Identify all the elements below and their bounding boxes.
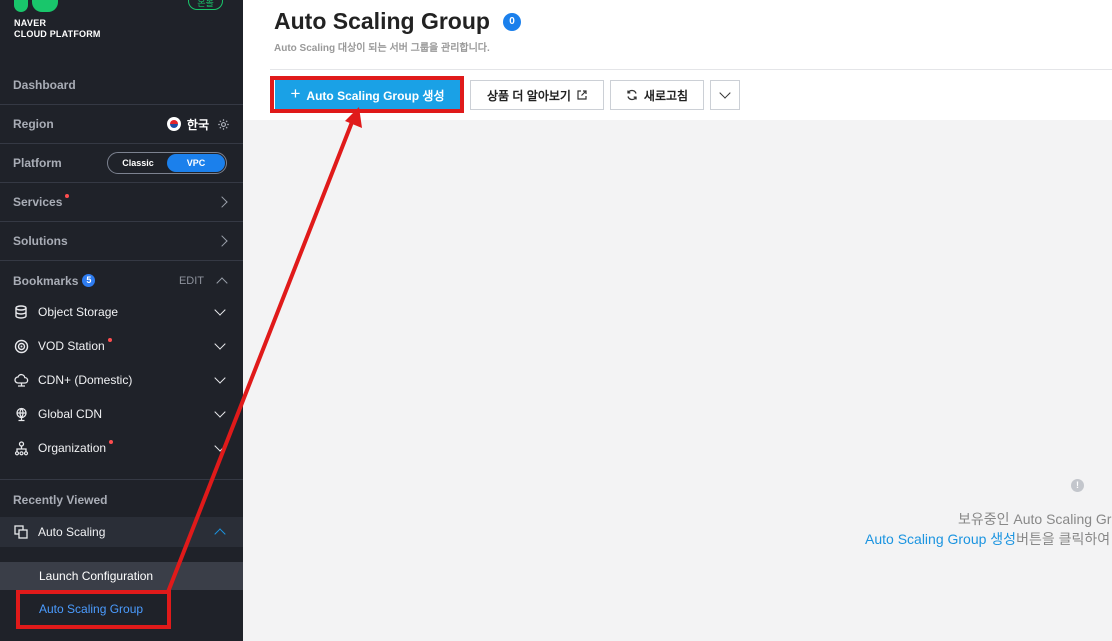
arrow-line [166,116,356,593]
arrow-head-icon [345,107,362,128]
annotation-arrow [166,107,362,593]
